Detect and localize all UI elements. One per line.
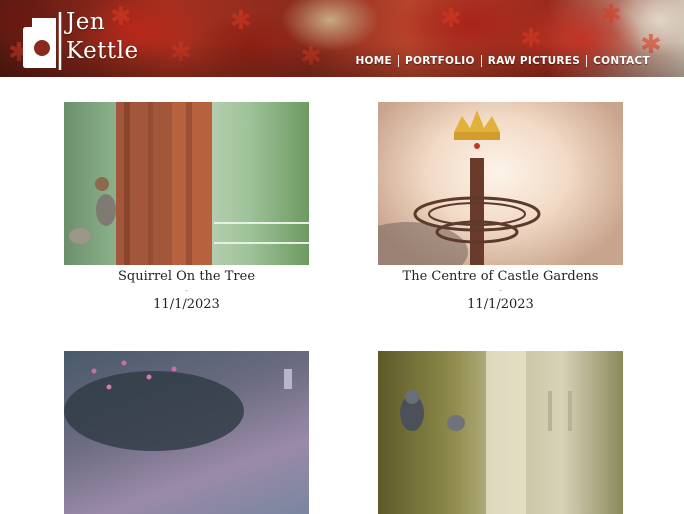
nav-home[interactable]: HOME xyxy=(355,55,392,67)
card-date: 11/1/2023 xyxy=(467,297,534,312)
nav-divider xyxy=(397,55,399,67)
gallery-card xyxy=(378,351,623,514)
gallery-photo-castle-gardens[interactable] xyxy=(378,102,623,265)
gallery-photo-pigeons[interactable] xyxy=(378,351,623,514)
card-date: 11/1/2023 xyxy=(153,297,220,312)
camera-logo-icon xyxy=(23,12,62,70)
squirrel-tree-image xyxy=(69,102,309,265)
main-nav: HOME PORTFOLIO RAW PICTURES CONTACT xyxy=(355,55,650,67)
gallery-card: The Centre of Castle Gardens - 11/1/2023 xyxy=(378,102,623,312)
logo-last-name: Kettle xyxy=(66,38,139,64)
castle-gardens-image xyxy=(378,110,541,265)
pigeons-image xyxy=(400,351,572,514)
nav-raw-pictures[interactable]: RAW PICTURES xyxy=(488,55,580,67)
nav-divider xyxy=(586,55,588,67)
site-logo[interactable]: Jen Kettle xyxy=(66,8,139,66)
gallery-photo-flowers[interactable] xyxy=(64,351,309,514)
header-banner: ✱ ✱ ✱ ✱ ✱ ✱ ✱ ✱ ✱ Jen Kettle HOME PORTFO… xyxy=(0,0,684,77)
card-title[interactable]: Squirrel On the Tree xyxy=(64,269,309,284)
nav-portfolio[interactable]: PORTFOLIO xyxy=(405,55,475,67)
gallery-card: Squirrel On the Tree - 11/1/2023 xyxy=(64,102,309,312)
nav-divider xyxy=(480,55,482,67)
gallery-photo-squirrel[interactable] xyxy=(64,102,309,265)
card-separator: - xyxy=(185,286,188,295)
gallery-card xyxy=(64,351,309,514)
flowering-shrub-image xyxy=(64,360,292,451)
card-separator: - xyxy=(499,286,502,295)
nav-contact[interactable]: CONTACT xyxy=(593,55,650,67)
card-title[interactable]: The Centre of Castle Gardens xyxy=(378,269,623,284)
logo-first-name: Jen xyxy=(66,9,106,35)
